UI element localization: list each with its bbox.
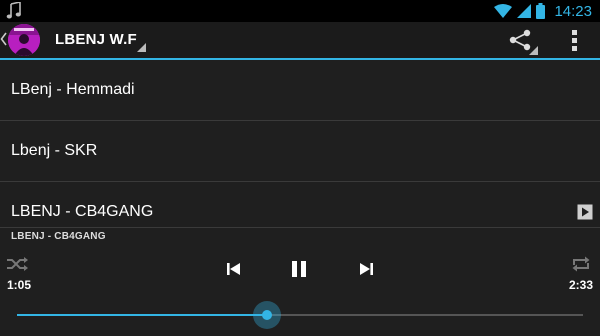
album-art-icon[interactable] bbox=[8, 24, 40, 56]
up-navigation-icon[interactable] bbox=[0, 31, 8, 47]
now-playing-title: LBENJ - CB4GANG bbox=[11, 231, 106, 242]
pause-icon[interactable] bbox=[290, 260, 308, 278]
seek-progress bbox=[17, 314, 267, 316]
music-player-screen: 14:23 LBENJ W.F LBenj - Hemmadi Lbenj - … bbox=[0, 0, 600, 336]
previous-icon[interactable] bbox=[226, 261, 242, 277]
spinner-indicator-icon bbox=[137, 43, 146, 52]
list-item[interactable]: Lbenj - SKR bbox=[0, 121, 600, 182]
now-playing-icon bbox=[577, 204, 593, 220]
battery-icon bbox=[536, 3, 546, 19]
signal-icon bbox=[517, 4, 532, 18]
total-time: 2:33 bbox=[568, 278, 593, 292]
track-title: LBenj - Hemmadi bbox=[11, 81, 135, 98]
track-title: Lbenj - SKR bbox=[11, 142, 98, 159]
page-title[interactable]: LBENJ W.F bbox=[55, 31, 137, 48]
shuffle-icon[interactable] bbox=[7, 256, 29, 272]
overflow-menu-icon[interactable] bbox=[566, 27, 584, 55]
clock: 14:23 bbox=[554, 2, 592, 20]
track-list: LBenj - Hemmadi Lbenj - SKR LBENJ - CB4G… bbox=[0, 60, 600, 242]
seek-bar[interactable] bbox=[17, 314, 583, 316]
seek-thumb[interactable] bbox=[253, 301, 281, 329]
list-item[interactable]: LBenj - Hemmadi bbox=[0, 60, 600, 121]
player-divider bbox=[0, 227, 600, 228]
wifi-icon bbox=[494, 4, 513, 18]
share-icon[interactable] bbox=[507, 27, 539, 55]
music-note-icon bbox=[6, 2, 21, 19]
elapsed-time: 1:05 bbox=[7, 278, 32, 292]
seek-thumb-core bbox=[262, 310, 272, 320]
repeat-icon[interactable] bbox=[571, 255, 591, 273]
next-icon[interactable] bbox=[358, 261, 374, 277]
status-bar: 14:23 bbox=[0, 0, 600, 22]
